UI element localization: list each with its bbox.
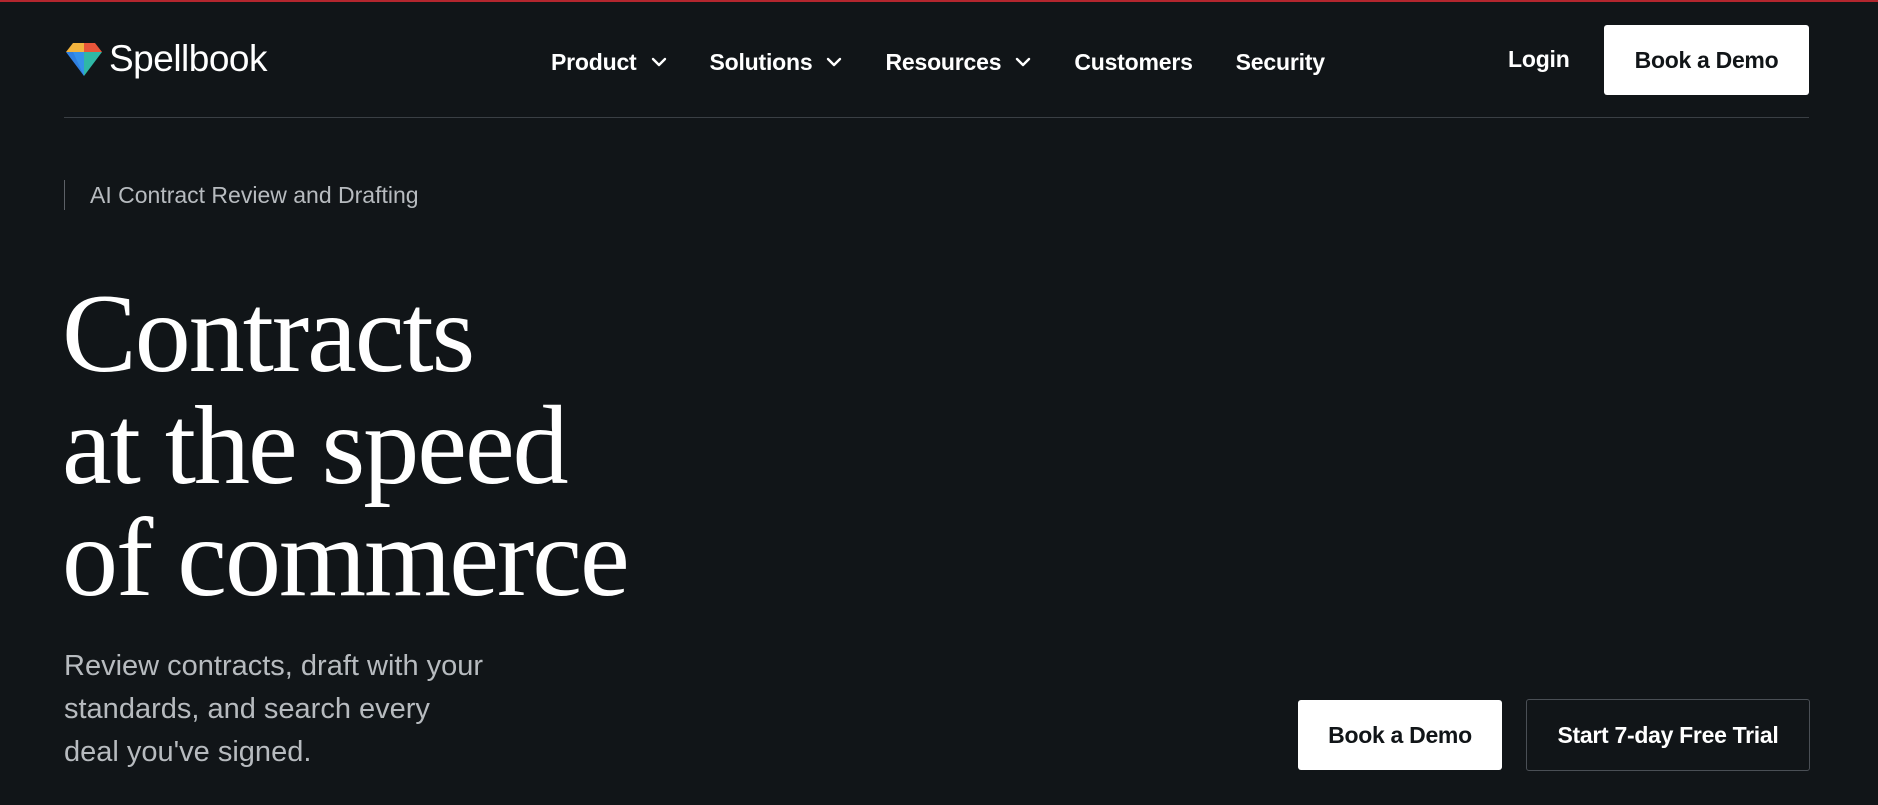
chevron-down-icon bbox=[827, 57, 842, 67]
chevron-down-icon bbox=[651, 57, 666, 67]
hero-headline: Contracts at the speed of commerce bbox=[62, 278, 862, 614]
nav-item-label: Product bbox=[551, 48, 637, 75]
headline-line: at the speed bbox=[62, 384, 569, 508]
free-trial-button[interactable]: Start 7-day Free Trial bbox=[1526, 699, 1810, 771]
headline-line: Contracts bbox=[62, 272, 475, 396]
nav-item-customers[interactable]: Customers bbox=[1074, 48, 1193, 76]
site-header: Spellbook Product Solutions Resources Cu… bbox=[64, 2, 1809, 118]
book-demo-button-header[interactable]: Book a Demo bbox=[1604, 25, 1809, 95]
nav-item-label: Resources bbox=[885, 48, 1002, 75]
nav-item-label: Security bbox=[1235, 48, 1325, 75]
nav-item-resources[interactable]: Resources bbox=[885, 49, 1031, 76]
headline-line: of commerce bbox=[62, 496, 630, 620]
logo-link[interactable]: Spellbook bbox=[64, 38, 268, 79]
nav-item-label: Customers bbox=[1074, 48, 1193, 75]
hero-subhead: Review contracts, draft with your standa… bbox=[64, 650, 484, 768]
logo-text: Spellbook bbox=[109, 38, 268, 79]
login-link[interactable]: Login bbox=[1508, 46, 1570, 73]
gem-icon bbox=[66, 43, 102, 76]
nav-item-solutions[interactable]: Solutions bbox=[710, 49, 843, 76]
chevron-down-icon bbox=[1016, 57, 1031, 67]
main-nav: Product Solutions Resources Customers Se… bbox=[551, 46, 1325, 78]
nav-item-label: Solutions bbox=[709, 48, 813, 75]
nav-item-security[interactable]: Security bbox=[1236, 49, 1325, 76]
hero-eyebrow: AI Contract Review and Drafting bbox=[64, 180, 419, 210]
book-demo-button[interactable]: Book a Demo bbox=[1298, 700, 1502, 770]
nav-item-product[interactable]: Product bbox=[551, 49, 667, 76]
